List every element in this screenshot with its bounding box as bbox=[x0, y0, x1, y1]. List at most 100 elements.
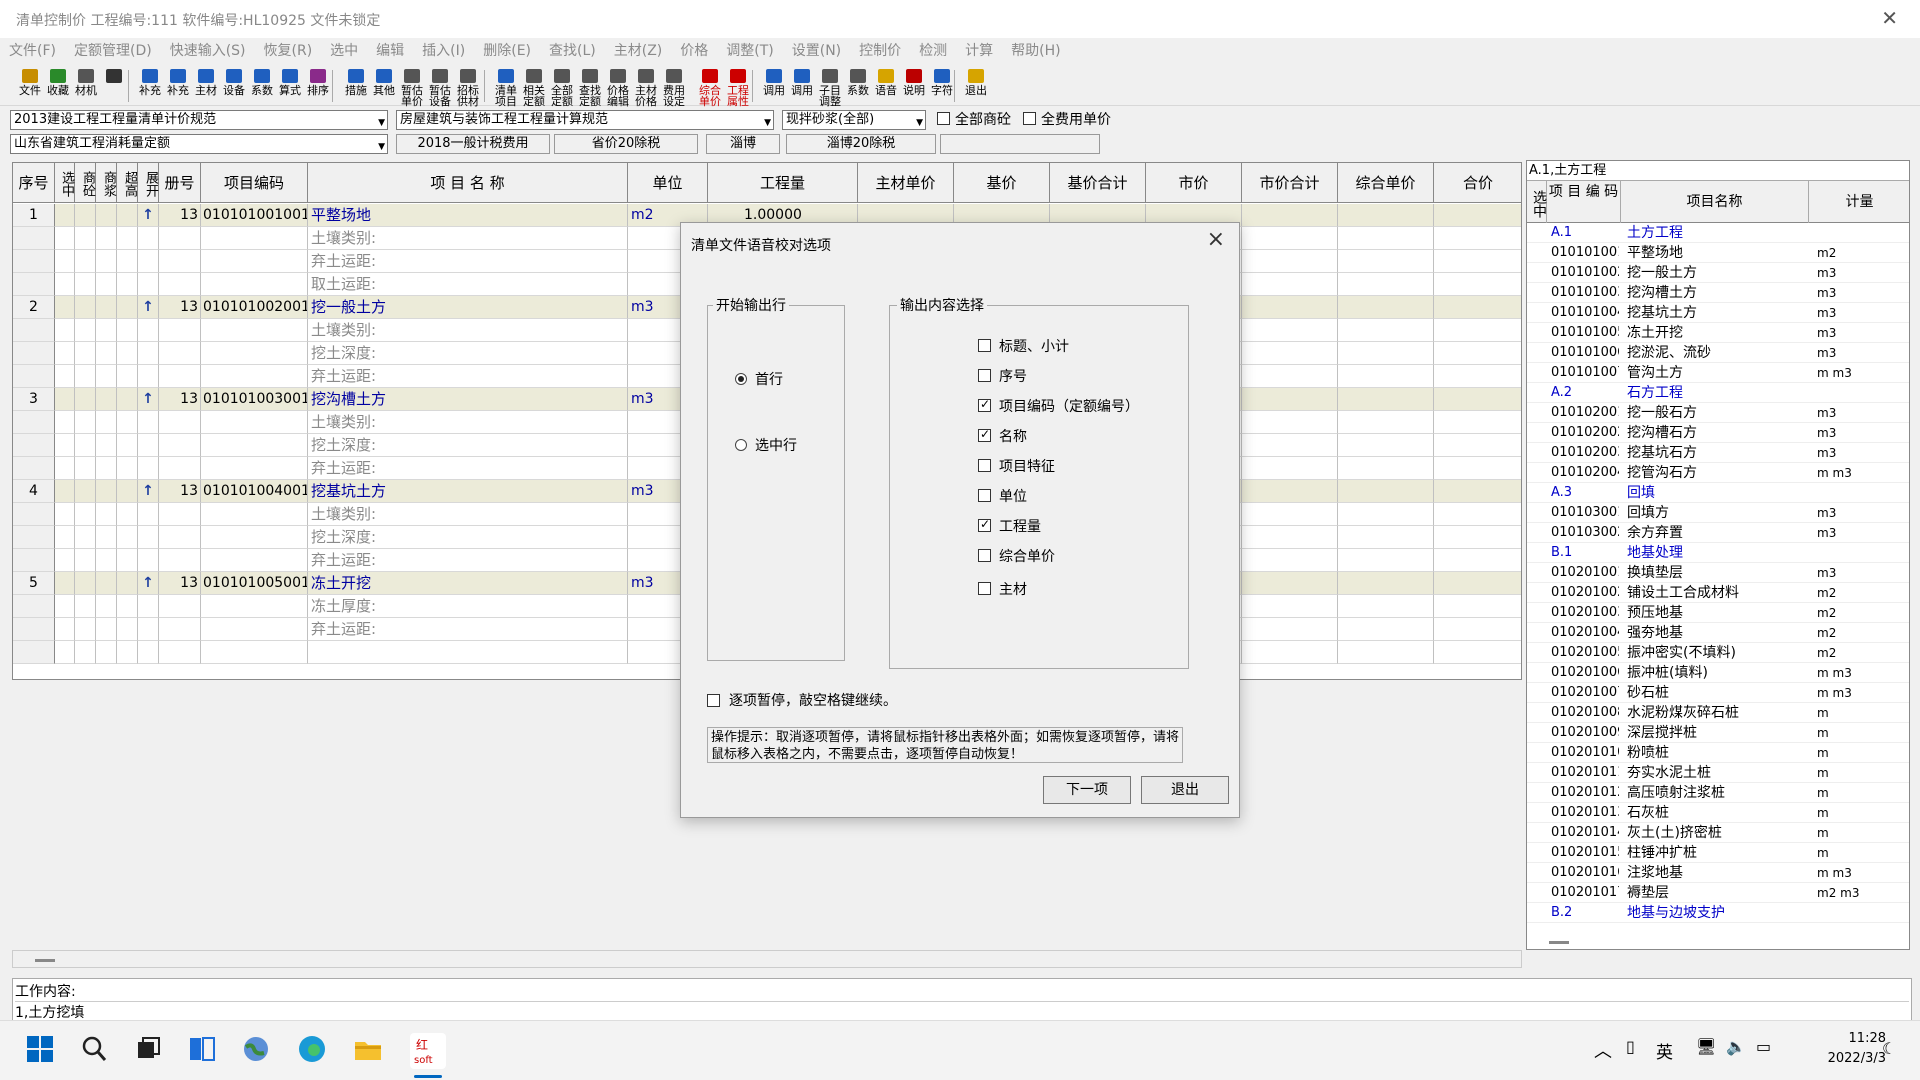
grid-cell[interactable] bbox=[1242, 296, 1338, 319]
grid-cell[interactable] bbox=[96, 319, 117, 342]
menu-item[interactable]: 恢复(R) bbox=[255, 38, 322, 64]
grid-cell[interactable] bbox=[96, 296, 117, 319]
grid-cell[interactable] bbox=[1338, 526, 1434, 549]
item-code[interactable] bbox=[201, 503, 308, 526]
grid-cell[interactable] bbox=[75, 480, 96, 503]
book-number[interactable] bbox=[159, 365, 201, 388]
grid-cell[interactable] bbox=[96, 388, 117, 411]
grid-cell[interactable] bbox=[1434, 434, 1521, 457]
grid-cell[interactable] bbox=[1434, 319, 1521, 342]
menu-item[interactable]: 选中 bbox=[321, 38, 367, 64]
grid-cell[interactable] bbox=[1242, 503, 1338, 526]
quota-column-header[interactable]: 选中 bbox=[1527, 181, 1547, 223]
quota-row[interactable]: 010201015 柱锤冲扩桩 m bbox=[1527, 843, 1909, 863]
column-header[interactable]: 合价 bbox=[1434, 163, 1521, 203]
quota-row[interactable]: 010201009 深层搅拌桩 m bbox=[1527, 723, 1909, 743]
expand-arrow-icon[interactable] bbox=[138, 641, 159, 664]
item-code[interactable] bbox=[201, 434, 308, 457]
quota-row[interactable]: 010201001 换填垫层 m3 bbox=[1527, 563, 1909, 583]
grid-cell[interactable] bbox=[117, 365, 138, 388]
book-number[interactable] bbox=[159, 250, 201, 273]
menu-item[interactable]: 查找(L) bbox=[540, 38, 605, 64]
grid-cell[interactable] bbox=[75, 641, 96, 664]
grid-cell[interactable] bbox=[96, 503, 117, 526]
grid-cell[interactable] bbox=[75, 618, 96, 641]
book-number[interactable] bbox=[159, 342, 201, 365]
grid-cell[interactable] bbox=[75, 503, 96, 526]
row-number[interactable] bbox=[13, 227, 55, 250]
all-merchant-checkbox[interactable] bbox=[937, 112, 950, 125]
grid-cell[interactable] bbox=[1242, 641, 1338, 664]
item-code[interactable] bbox=[201, 618, 308, 641]
row-number[interactable] bbox=[13, 250, 55, 273]
item-code[interactable] bbox=[201, 319, 308, 342]
grid-cell[interactable] bbox=[1338, 457, 1434, 480]
grid-cell[interactable] bbox=[1434, 572, 1521, 595]
expand-arrow-icon[interactable]: ↑ bbox=[138, 296, 159, 319]
item-code[interactable]: 010101001001 bbox=[201, 204, 308, 227]
item-name[interactable]: 挖一般土方 bbox=[308, 296, 628, 319]
item-name[interactable]: 平整场地 bbox=[308, 204, 628, 227]
book-number[interactable] bbox=[159, 641, 201, 664]
grid-cell[interactable] bbox=[1242, 319, 1338, 342]
grid-cell[interactable] bbox=[55, 250, 75, 273]
grid-cell[interactable] bbox=[117, 388, 138, 411]
grid-cell[interactable] bbox=[55, 319, 75, 342]
quota-row[interactable]: 010201004 强夯地基 m2 bbox=[1527, 623, 1909, 643]
edge-icon[interactable] bbox=[296, 1033, 332, 1069]
column-header[interactable]: 市价 bbox=[1146, 163, 1242, 203]
menu-item[interactable]: 计算 bbox=[956, 38, 1002, 64]
next-button[interactable]: 下一项 bbox=[1043, 776, 1131, 804]
row-number[interactable]: 1 bbox=[13, 204, 55, 227]
column-header[interactable]: 册号 bbox=[159, 163, 201, 203]
grid-cell[interactable] bbox=[55, 503, 75, 526]
grid-cell[interactable] bbox=[55, 204, 75, 227]
book-number[interactable]: 13 bbox=[159, 572, 201, 595]
item-code[interactable]: 010101005001 bbox=[201, 572, 308, 595]
exit-button[interactable]: 退出 bbox=[1141, 776, 1229, 804]
grid-cell[interactable] bbox=[96, 526, 117, 549]
expand-arrow-icon[interactable] bbox=[138, 273, 159, 296]
item-code[interactable] bbox=[201, 342, 308, 365]
quota-row[interactable]: 010101002 挖一般土方 m3 bbox=[1527, 263, 1909, 283]
menu-item[interactable]: 控制价 bbox=[850, 38, 910, 64]
quota-row[interactable]: 010201017 褥垫层 m2 m3 bbox=[1527, 883, 1909, 903]
item-feature[interactable]: 弃土运距: bbox=[308, 618, 628, 641]
grid-cell[interactable] bbox=[96, 227, 117, 250]
item-code[interactable]: 010101004001 bbox=[201, 480, 308, 503]
task-view-icon[interactable] bbox=[132, 1033, 168, 1069]
grid-cell[interactable] bbox=[55, 618, 75, 641]
grid-cell[interactable] bbox=[1434, 296, 1521, 319]
expand-arrow-icon[interactable] bbox=[138, 503, 159, 526]
grid-cell[interactable] bbox=[117, 526, 138, 549]
grid-cell[interactable] bbox=[117, 342, 138, 365]
option-checkbox[interactable] bbox=[978, 517, 991, 532]
quota-column-header[interactable]: 项 目 编 码 bbox=[1547, 181, 1621, 223]
grid-cell[interactable] bbox=[1338, 204, 1434, 227]
grid-cell[interactable] bbox=[1434, 503, 1521, 526]
book-number[interactable] bbox=[159, 618, 201, 641]
grid-cell[interactable] bbox=[96, 480, 117, 503]
column-header[interactable]: 工程量 bbox=[708, 163, 858, 203]
grid-cell[interactable] bbox=[96, 595, 117, 618]
grid-cell[interactable] bbox=[55, 457, 75, 480]
toolbar-button[interactable]: 费用 设定 bbox=[658, 68, 690, 107]
grid-cell[interactable] bbox=[1242, 204, 1338, 227]
search-icon[interactable] bbox=[78, 1033, 114, 1069]
menu-item[interactable]: 删除(E) bbox=[474, 38, 540, 64]
grid-cell[interactable] bbox=[1242, 411, 1338, 434]
quota-row[interactable]: 010101006 挖淤泥、流砂 m3 bbox=[1527, 343, 1909, 363]
expand-arrow-icon[interactable] bbox=[138, 526, 159, 549]
grid-cell[interactable] bbox=[1338, 227, 1434, 250]
grid-cell[interactable] bbox=[75, 526, 96, 549]
radio-selected-row[interactable] bbox=[735, 439, 747, 451]
column-header[interactable]: 综合单价 bbox=[1338, 163, 1434, 203]
grid-cell[interactable] bbox=[117, 296, 138, 319]
row-number[interactable] bbox=[13, 365, 55, 388]
grid-cell[interactable] bbox=[1242, 526, 1338, 549]
grid-cell[interactable] bbox=[1338, 503, 1434, 526]
menu-item[interactable]: 定额管理(D) bbox=[65, 38, 161, 64]
quota-row[interactable]: 010201002 铺设土工合成材料 m2 bbox=[1527, 583, 1909, 603]
grid-cell[interactable] bbox=[1434, 411, 1521, 434]
expand-arrow-icon[interactable] bbox=[138, 250, 159, 273]
